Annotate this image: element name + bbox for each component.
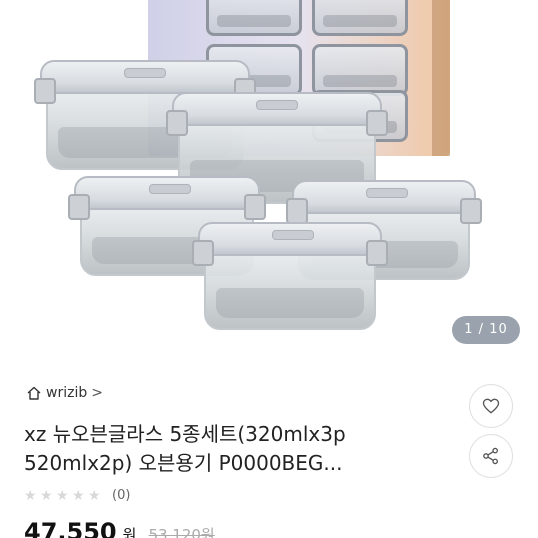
home-icon xyxy=(27,386,41,400)
price-block: 47,550 원 53,120원 xyxy=(24,518,215,538)
star-icon: ★ xyxy=(56,487,69,504)
like-button[interactable] xyxy=(469,384,513,428)
sale-price: 47,550 xyxy=(24,518,117,538)
product-title: xz 뉴오븐글라스 5종세트(320mlx3p 520mlx2p) 오븐용기 P… xyxy=(24,420,444,478)
chevron-right-icon: > xyxy=(91,385,103,401)
share-button[interactable] xyxy=(469,434,513,478)
product-title-line2: 520mlx2p) 오븐용기 P0000BEG... xyxy=(24,451,343,475)
pager-separator: / xyxy=(478,322,485,337)
star-icon: ★ xyxy=(40,487,53,504)
share-icon xyxy=(483,447,498,465)
image-pager: 1 / 10 xyxy=(452,316,520,344)
star-icon: ★ xyxy=(72,487,85,504)
store-name: wrizib xyxy=(46,385,88,401)
review-count: (0) xyxy=(112,488,131,503)
pager-total: 10 xyxy=(489,322,508,337)
pager-current: 1 xyxy=(464,322,474,337)
product-image[interactable]: 1 / 10 xyxy=(0,0,538,362)
currency-unit: 원 xyxy=(122,526,137,538)
heart-icon xyxy=(482,398,500,414)
glass-container-5 xyxy=(192,222,388,330)
store-link[interactable]: wrizib > xyxy=(26,382,103,404)
original-price: 53,120원 xyxy=(148,526,215,538)
rating[interactable]: ★ ★ ★ ★ ★ (0) xyxy=(24,488,130,503)
star-icon: ★ xyxy=(24,487,37,504)
star-icon: ★ xyxy=(88,487,101,504)
product-title-line1: xz 뉴오븐글라스 5종세트(320mlx3p xyxy=(24,422,346,446)
